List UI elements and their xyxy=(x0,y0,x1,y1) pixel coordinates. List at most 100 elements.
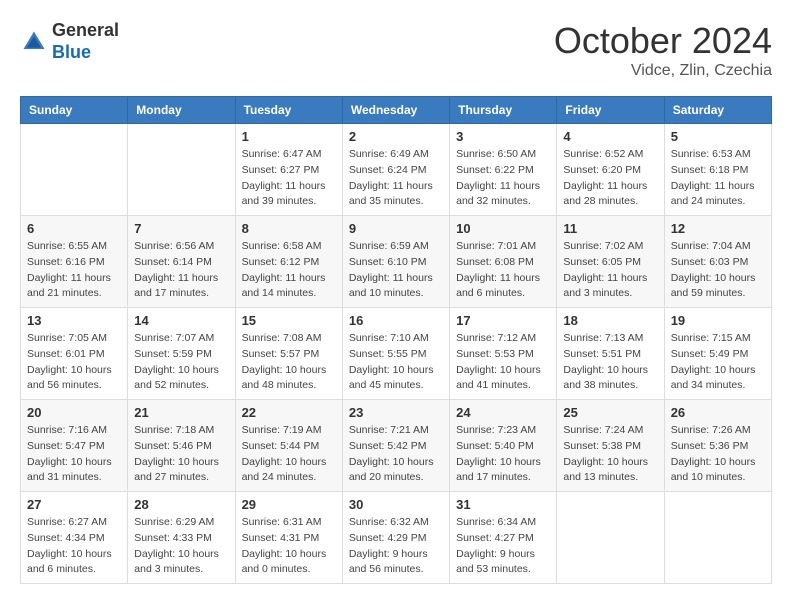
sunset-time: Sunset: 5:55 PM xyxy=(349,347,443,363)
daylight-hours: Daylight: 10 hours and 38 minutes. xyxy=(563,363,657,395)
day-number: 22 xyxy=(242,405,336,420)
calendar-day-cell: 9Sunrise: 6:59 AMSunset: 6:10 PMDaylight… xyxy=(342,216,449,308)
calendar-day-cell: 8Sunrise: 6:58 AMSunset: 6:12 PMDaylight… xyxy=(235,216,342,308)
day-number: 23 xyxy=(349,405,443,420)
sunrise-time: Sunrise: 7:18 AM xyxy=(134,423,228,439)
day-number: 14 xyxy=(134,313,228,328)
daylight-hours: Daylight: 10 hours and 52 minutes. xyxy=(134,363,228,395)
day-info: Sunrise: 6:55 AMSunset: 6:16 PMDaylight:… xyxy=(27,239,121,302)
sunrise-time: Sunrise: 7:04 AM xyxy=(671,239,765,255)
daylight-hours: Daylight: 11 hours and 21 minutes. xyxy=(27,271,121,303)
sunset-time: Sunset: 6:24 PM xyxy=(349,163,443,179)
day-number: 18 xyxy=(563,313,657,328)
daylight-hours: Daylight: 11 hours and 32 minutes. xyxy=(456,179,550,211)
sunrise-time: Sunrise: 6:50 AM xyxy=(456,147,550,163)
daylight-hours: Daylight: 11 hours and 3 minutes. xyxy=(563,271,657,303)
sunset-time: Sunset: 4:31 PM xyxy=(242,531,336,547)
sunrise-time: Sunrise: 7:05 AM xyxy=(27,331,121,347)
calendar-day-cell: 20Sunrise: 7:16 AMSunset: 5:47 PMDayligh… xyxy=(21,400,128,492)
sunrise-time: Sunrise: 6:29 AM xyxy=(134,515,228,531)
day-number: 26 xyxy=(671,405,765,420)
calendar-day-cell: 29Sunrise: 6:31 AMSunset: 4:31 PMDayligh… xyxy=(235,492,342,584)
page-header: General Blue October 2024 Vidce, Zlin, C… xyxy=(20,20,772,80)
calendar-table: SundayMondayTuesdayWednesdayThursdayFrid… xyxy=(20,96,772,584)
sunset-time: Sunset: 6:16 PM xyxy=(27,255,121,271)
day-info: Sunrise: 6:49 AMSunset: 6:24 PMDaylight:… xyxy=(349,147,443,210)
calendar-day-cell: 23 Sunrise: 7:21 AMSunset: 5:42 PMDayligh… xyxy=(342,400,449,492)
calendar-day-cell: 6Sunrise: 6:55 AMSunset: 6:16 PMDaylight… xyxy=(21,216,128,308)
day-number: 31 xyxy=(456,497,550,512)
daylight-hours: Daylight: 10 hours and 48 minutes. xyxy=(242,363,336,395)
calendar-header-row: SundayMondayTuesdayWednesdayThursdayFrid… xyxy=(21,97,772,124)
title-block: October 2024 Vidce, Zlin, Czechia xyxy=(554,20,772,80)
sunset-time: Sunset: 4:34 PM xyxy=(27,531,121,547)
sunrise-time: Sunrise: 7:01 AM xyxy=(456,239,550,255)
day-number: 5 xyxy=(671,129,765,144)
calendar-day-cell: 1Sunrise: 6:47 AMSunset: 6:27 PMDaylight… xyxy=(235,124,342,216)
daylight-hours: Daylight: 11 hours and 24 minutes. xyxy=(671,179,765,211)
daylight-hours: Daylight: 10 hours and 34 minutes. xyxy=(671,363,765,395)
day-info: Sunrise: 6:47 AMSunset: 6:27 PMDaylight:… xyxy=(242,147,336,210)
day-info: Sunrise: 6:32 AMSunset: 4:29 PMDaylight:… xyxy=(349,515,443,578)
day-info: Sunrise: 7:21 AMSunset: 5:42 PMDaylight:… xyxy=(349,423,443,486)
sunrise-time: Sunrise: 6:58 AM xyxy=(242,239,336,255)
day-number: 8 xyxy=(242,221,336,236)
sunrise-time: Sunrise: 7:13 AM xyxy=(563,331,657,347)
day-info: Sunrise: 7:13 AMSunset: 5:51 PMDaylight:… xyxy=(563,331,657,394)
daylight-hours: Daylight: 10 hours and 20 minutes. xyxy=(349,455,443,487)
sunrise-time: Sunrise: 6:31 AM xyxy=(242,515,336,531)
day-info: Sunrise: 6:34 AMSunset: 4:27 PMDaylight:… xyxy=(456,515,550,578)
sunrise-time: Sunrise: 7:07 AM xyxy=(134,331,228,347)
sunrise-time: Sunrise: 6:55 AM xyxy=(27,239,121,255)
day-info: Sunrise: 6:52 AMSunset: 6:20 PMDaylight:… xyxy=(563,147,657,210)
day-number: 9 xyxy=(349,221,443,236)
day-info: Sunrise: 6:56 AMSunset: 6:14 PMDaylight:… xyxy=(134,239,228,302)
calendar-day-cell: 26Sunrise: 7:26 AMSunset: 5:36 PMDayligh… xyxy=(664,400,771,492)
calendar-day-cell: 5Sunrise: 6:53 AMSunset: 6:18 PMDaylight… xyxy=(664,124,771,216)
calendar-day-header: Tuesday xyxy=(235,97,342,124)
day-info: Sunrise: 7:08 AMSunset: 5:57 PMDaylight:… xyxy=(242,331,336,394)
calendar-week-row: 6Sunrise: 6:55 AMSunset: 6:16 PMDaylight… xyxy=(21,216,772,308)
daylight-hours: Daylight: 9 hours and 53 minutes. xyxy=(456,547,550,579)
day-number: 7 xyxy=(134,221,228,236)
daylight-hours: Daylight: 11 hours and 28 minutes. xyxy=(563,179,657,211)
day-number: 2 xyxy=(349,129,443,144)
calendar-day-cell: 4Sunrise: 6:52 AMSunset: 6:20 PMDaylight… xyxy=(557,124,664,216)
sunrise-time: Sunrise: 7:21 AM xyxy=(349,423,443,439)
sunset-time: Sunset: 5:51 PM xyxy=(563,347,657,363)
daylight-hours: Daylight: 11 hours and 10 minutes. xyxy=(349,271,443,303)
sunset-time: Sunset: 6:27 PM xyxy=(242,163,336,179)
calendar-day-cell: 17Sunrise: 7:12 AMSunset: 5:53 PMDayligh… xyxy=(450,308,557,400)
day-info: Sunrise: 7:04 AMSunset: 6:03 PMDaylight:… xyxy=(671,239,765,302)
daylight-hours: Daylight: 11 hours and 14 minutes. xyxy=(242,271,336,303)
sunset-time: Sunset: 6:10 PM xyxy=(349,255,443,271)
daylight-hours: Daylight: 11 hours and 17 minutes. xyxy=(134,271,228,303)
sunset-time: Sunset: 5:36 PM xyxy=(671,439,765,455)
sunrise-time: Sunrise: 7:19 AM xyxy=(242,423,336,439)
day-info: Sunrise: 7:19 AMSunset: 5:44 PMDaylight:… xyxy=(242,423,336,486)
day-info: Sunrise: 7:23 AMSunset: 5:40 PMDaylight:… xyxy=(456,423,550,486)
calendar-day-cell xyxy=(664,492,771,584)
sunset-time: Sunset: 5:57 PM xyxy=(242,347,336,363)
day-info: Sunrise: 7:02 AMSunset: 6:05 PMDaylight:… xyxy=(563,239,657,302)
sunrise-time: Sunrise: 6:56 AM xyxy=(134,239,228,255)
calendar-day-cell: 22 Sunrise: 7:19 AMSunset: 5:44 PMDayligh… xyxy=(235,400,342,492)
logo-icon xyxy=(20,28,48,56)
day-number: 24 xyxy=(456,405,550,420)
day-number: 17 xyxy=(456,313,550,328)
sunset-time: Sunset: 5:42 PM xyxy=(349,439,443,455)
month-title: October 2024 xyxy=(554,20,772,62)
location: Vidce, Zlin, Czechia xyxy=(554,62,772,80)
calendar-day-cell xyxy=(21,124,128,216)
logo-text: General Blue xyxy=(52,20,119,63)
calendar-week-row: 13Sunrise: 7:05 AMSunset: 6:01 PMDayligh… xyxy=(21,308,772,400)
daylight-hours: Daylight: 10 hours and 27 minutes. xyxy=(134,455,228,487)
sunrise-time: Sunrise: 6:53 AM xyxy=(671,147,765,163)
daylight-hours: Daylight: 10 hours and 59 minutes. xyxy=(671,271,765,303)
day-info: Sunrise: 6:31 AMSunset: 4:31 PMDaylight:… xyxy=(242,515,336,578)
calendar-day-cell: 31 Sunrise: 6:34 AMSunset: 4:27 PMDayligh… xyxy=(450,492,557,584)
calendar-day-cell: 19Sunrise: 7:15 AMSunset: 5:49 PMDayligh… xyxy=(664,308,771,400)
day-info: Sunrise: 7:05 AMSunset: 6:01 PMDaylight:… xyxy=(27,331,121,394)
calendar-day-cell: 18 Sunrise: 7:13 AMSunset: 5:51 PMDayligh… xyxy=(557,308,664,400)
day-number: 28 xyxy=(134,497,228,512)
